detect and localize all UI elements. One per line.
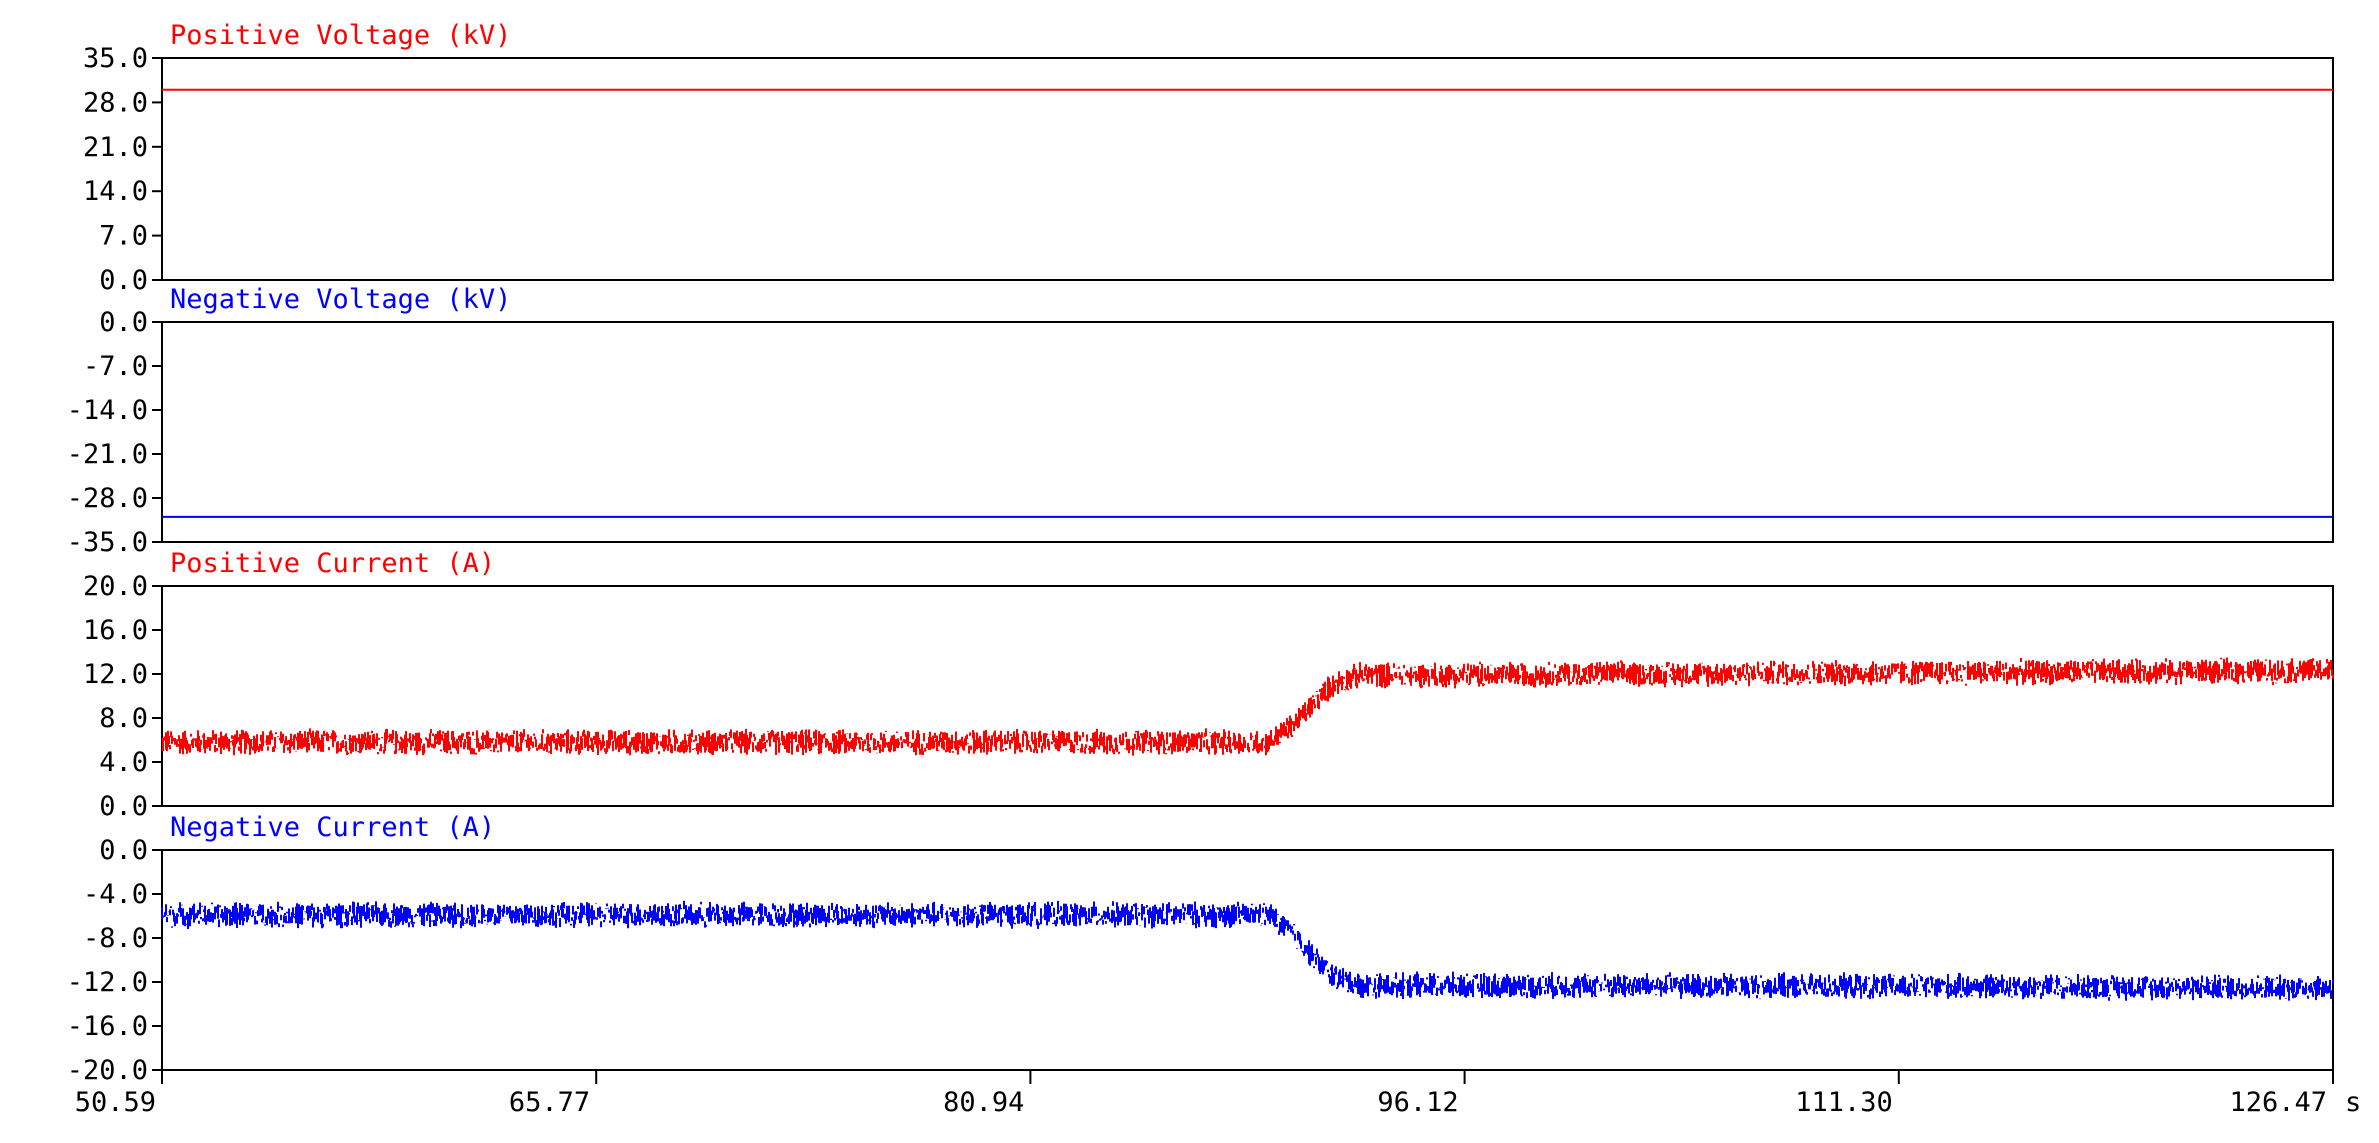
chart-panel-2: Negative Voltage (kV) 0.0 -7.0 -14.0 -21.0 -2… [67, 284, 2334, 558]
y-tick-label: 14.0 [83, 176, 148, 207]
chart-panel-3: Positive Current (A) 20.0 16.0 12.0 8.0 4.0 0.… [83, 548, 2334, 822]
y-tick-label: -28.0 [67, 483, 148, 514]
y-tick-label: 8.0 [99, 703, 148, 734]
y-tick-label: 7.0 [99, 221, 148, 252]
x-tick-label: 96.12 [1377, 1087, 1458, 1118]
plot-frame [161, 849, 2334, 1071]
y-tick-label: 21.0 [83, 132, 148, 163]
panel-title: Positive Current (A) [170, 548, 495, 579]
x-tick-label: 50.59 [75, 1087, 156, 1118]
y-tick-label: -35.0 [67, 527, 148, 558]
y-tick-label: -7.0 [83, 351, 148, 382]
x-tick-label: 126.47 [2229, 1087, 2327, 1118]
y-tick-label: 0.0 [99, 265, 148, 296]
y-tick-label: 0.0 [99, 307, 148, 338]
y-tick-label: 4.0 [99, 747, 148, 778]
panel-title: Negative Voltage (kV) [170, 284, 511, 315]
y-tick-label: -8.0 [83, 923, 148, 954]
x-tick-label: 80.94 [943, 1087, 1024, 1118]
chart-panel-4: Negative Current (A) 0.0 -4.0 -8.0 -12.0 -16.… [67, 812, 2334, 1086]
x-tick-label: 111.30 [1795, 1087, 1893, 1118]
y-tick-label: -20.0 [67, 1055, 148, 1086]
y-tick-label: -16.0 [67, 1011, 148, 1042]
panel-title: Positive Voltage (kV) [170, 20, 511, 51]
multi-panel-chart: Positive Voltage (kV) 35.0 28.0 21.0 14.0 7.0… [67, 20, 2362, 1118]
plot-frame [161, 585, 2334, 807]
y-tick-label: 0.0 [99, 791, 148, 822]
y-tick-label: 20.0 [83, 571, 148, 602]
panel-title: Negative Current (A) [170, 812, 495, 843]
y-tick-label: 35.0 [83, 43, 148, 74]
y-tick-label: 28.0 [83, 87, 148, 118]
y-tick-label: 16.0 [83, 615, 148, 646]
plot-frame [161, 321, 2334, 543]
y-tick-label: -4.0 [83, 879, 148, 910]
y-tick-label: -14.0 [67, 395, 148, 426]
y-tick-label: -21.0 [67, 439, 148, 470]
y-tick-label: 12.0 [83, 659, 148, 690]
plot-frame [161, 57, 2334, 281]
y-tick-label: -12.0 [67, 967, 148, 998]
y-tick-label: 0.0 [99, 835, 148, 866]
x-unit-label: s [2345, 1087, 2361, 1118]
x-tick-label: 65.77 [509, 1087, 590, 1118]
chart-panel-1: Positive Voltage (kV) 35.0 28.0 21.0 14.0 7.0… [83, 20, 2334, 296]
